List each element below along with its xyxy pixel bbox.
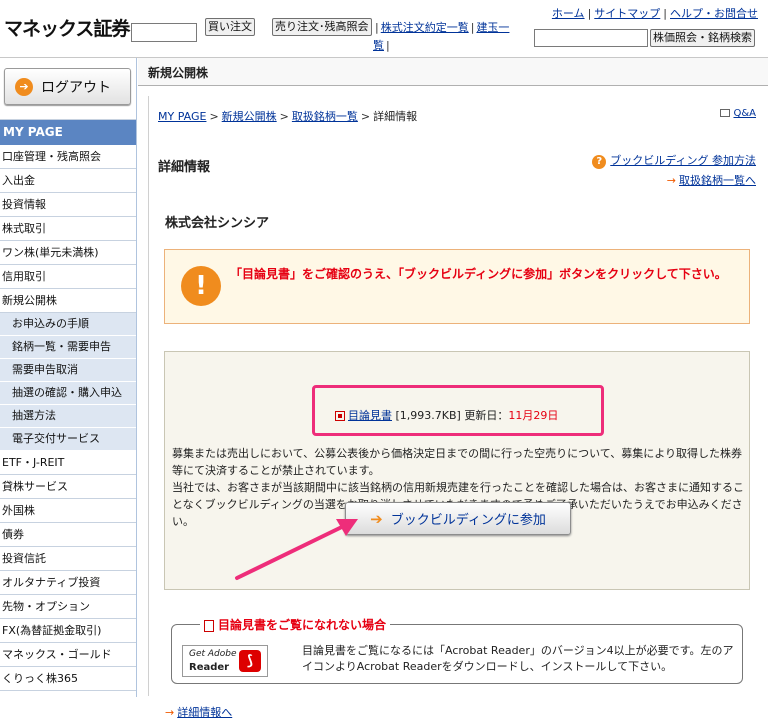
arrow-right-icon: ➔ bbox=[370, 509, 383, 528]
header: マネックス証券 買い注文 売り注文･残高照会 | 株式注文約定一覧 | 建玉一覧 | ホ… bbox=[0, 0, 768, 58]
updated-date: 11月29日 bbox=[508, 409, 559, 422]
info-box: 目論見書 [1,993.7KB] 更新日：11月29日 募集または売出しにおいて… bbox=[164, 351, 750, 590]
sidebar-item[interactable]: 信用取引 bbox=[0, 265, 136, 289]
sidebar-subitem[interactable]: 抽選の確認・購入申込 bbox=[0, 382, 136, 405]
top-links: ホーム | サイトマップ | ヘルプ・お問合せ bbox=[551, 7, 758, 20]
code-input[interactable] bbox=[131, 23, 197, 42]
qa-link[interactable]: Q&A bbox=[733, 108, 756, 119]
quote-search-input[interactable] bbox=[534, 29, 648, 47]
warning-text: 「目論見書」をご確認のうえ、「ブックビルディングに参加」ボタンをクリックして下さ… bbox=[230, 267, 727, 281]
reader-name-label: Reader bbox=[189, 662, 230, 673]
sidebar-item[interactable]: 投資情報 bbox=[0, 193, 136, 217]
sitemap-link[interactable]: サイトマップ bbox=[594, 7, 660, 20]
help-link[interactable]: ヘルプ・お問合せ bbox=[670, 7, 758, 20]
orders-link[interactable]: 株式注文約定一覧 bbox=[381, 21, 469, 34]
arrow-right-icon: ➔ bbox=[15, 77, 33, 96]
prospectus-link[interactable]: 目論見書 bbox=[348, 409, 392, 422]
sidebar: ➔ ログアウト MY PAGE 口座管理・残高照会 入出金 投資情報 株式取引 … bbox=[0, 58, 137, 697]
sidebar-item[interactable]: 入出金 bbox=[0, 169, 136, 193]
exclamation-icon: ! bbox=[181, 266, 221, 306]
sidebar-item-ipo[interactable]: 新規公開株 bbox=[0, 289, 136, 313]
sidebar-item[interactable]: 先物・オプション bbox=[0, 595, 136, 619]
notice-text: 募集または売出しにおいて、公募公表後から価格決定日までの間に行った空売りについて… bbox=[172, 447, 743, 477]
sidebar-subitem[interactable]: 抽選方法 bbox=[0, 405, 136, 428]
page-title: 詳細情報 bbox=[158, 160, 211, 175]
sell-order-button[interactable]: 売り注文･残高照会 bbox=[272, 18, 372, 36]
buy-order-button[interactable]: 買い注文 bbox=[205, 18, 255, 36]
sidebar-item[interactable]: 外国株 bbox=[0, 499, 136, 523]
sidebar-item[interactable]: くりっく株365 bbox=[0, 667, 136, 691]
sidebar-section-mypage[interactable]: MY PAGE bbox=[0, 120, 136, 145]
sidebar-subitem[interactable]: お申込みの手順 bbox=[0, 313, 136, 336]
reader-get-label: Get Adobe bbox=[189, 649, 237, 659]
company-name: 株式会社シンシア bbox=[165, 216, 270, 231]
more-detail-link[interactable]: 詳細情報へ bbox=[177, 706, 232, 719]
arrow-right-icon: → bbox=[666, 174, 676, 187]
join-bookbuilding-button[interactable]: ➔ ブックビルディングに参加 bbox=[345, 502, 571, 535]
sidebar-subitem[interactable]: 需要申告取消 bbox=[0, 359, 136, 382]
reader-box: 目論見書をご覧になれない場合 Get Adobe Reader ⟆ 目論見書をご… bbox=[171, 616, 743, 684]
bookbuilding-howto-link[interactable]: ブックビルディング 参加方法 bbox=[610, 154, 756, 167]
logout-label: ログアウト bbox=[41, 79, 111, 96]
breadcrumb-list[interactable]: 取扱銘柄一覧 bbox=[292, 110, 358, 123]
breadcrumb: MY PAGE > 新規公開株 > 取扱銘柄一覧 > 詳細情報 bbox=[158, 110, 418, 123]
help-icon: ? bbox=[592, 155, 607, 169]
pdf-icon bbox=[204, 619, 214, 632]
logo[interactable]: マネックス証券 bbox=[4, 14, 130, 41]
breadcrumb-ipo[interactable]: 新規公開株 bbox=[222, 110, 277, 123]
sidebar-item[interactable]: 株式取引 bbox=[0, 217, 136, 241]
reader-title: 目論見書をご覧になれない場合 bbox=[218, 618, 387, 632]
sidebar-item[interactable]: 債券 bbox=[0, 523, 136, 547]
quote-search-button[interactable]: 株価照会・銘柄検索 bbox=[650, 29, 755, 47]
acrobat-icon: ⟆ bbox=[239, 650, 261, 672]
warning-box: ! 「目論見書」をご確認のうえ、「ブックビルディングに参加」ボタンをクリックして… bbox=[164, 249, 750, 324]
breadcrumb-current: 詳細情報 bbox=[373, 110, 418, 123]
main-content: 新規公開株 MY PAGE > 新規公開株 > 取扱銘柄一覧 > 詳細情報 Q&A 詳細情報… bbox=[138, 58, 768, 719]
sidebar-item[interactable]: FX(為替証拠金取引) bbox=[0, 619, 136, 643]
file-size: [1,993.7KB] bbox=[395, 409, 461, 422]
sidebar-item[interactable]: オルタナティブ投資 bbox=[0, 571, 136, 595]
updated-label: 更新日： bbox=[464, 409, 509, 422]
sidebar-item[interactable]: 口座管理・残高照会 bbox=[0, 145, 136, 169]
breadcrumb-mypage[interactable]: MY PAGE bbox=[158, 110, 206, 123]
sidebar-subitem[interactable]: 電子交付サービス bbox=[0, 428, 136, 451]
reader-text: 目論見書をご覧になるには「Acrobat Reader」のバージョン4以上が必要… bbox=[302, 644, 734, 673]
pdf-icon bbox=[335, 411, 345, 421]
sidebar-item[interactable]: マネックス・ゴールド bbox=[0, 643, 136, 667]
sidebar-subitem[interactable]: 銘柄一覧・需要申告 bbox=[0, 336, 136, 359]
sidebar-item[interactable]: ワン株(単元未満株) bbox=[0, 241, 136, 265]
page-heading: 新規公開株 bbox=[138, 58, 768, 86]
sidebar-item[interactable]: 貸株サービス bbox=[0, 475, 136, 499]
get-adobe-reader-button[interactable]: Get Adobe Reader ⟆ bbox=[182, 645, 268, 677]
stock-list-link[interactable]: 取扱銘柄一覧へ bbox=[679, 174, 756, 187]
sidebar-item[interactable]: 投資信託 bbox=[0, 547, 136, 571]
arrow-right-icon: → bbox=[165, 706, 175, 719]
sidebar-item[interactable]: ETF・J-REIT bbox=[0, 451, 136, 475]
join-bookbuilding-label: ブックビルディングに参加 bbox=[390, 513, 546, 528]
home-link[interactable]: ホーム bbox=[552, 7, 585, 20]
header-links: | 株式注文約定一覧 | 建玉一覧 | bbox=[373, 21, 510, 52]
logout-button[interactable]: ➔ ログアウト bbox=[4, 68, 131, 105]
window-icon bbox=[720, 109, 731, 117]
